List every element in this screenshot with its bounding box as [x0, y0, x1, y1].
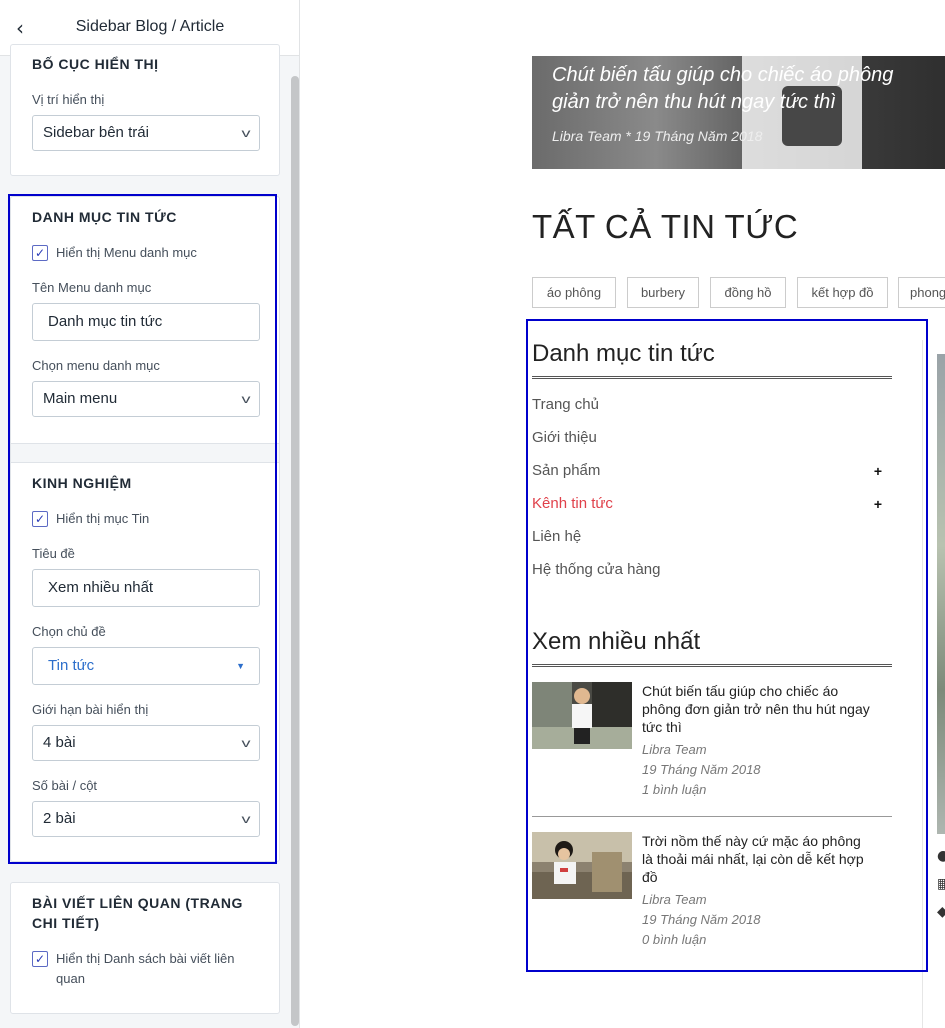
tag-ao-phong[interactable]: áo phông	[532, 277, 616, 308]
position-select-value: Sidebar bên trái	[43, 124, 149, 141]
page-heading: TẤT CẢ TIN TỨC	[532, 208, 799, 245]
position-select[interactable]: Sidebar bên trái v	[32, 115, 260, 151]
position-label: Vị trí hiển thị	[32, 92, 105, 107]
chevron-down-icon: v	[241, 126, 251, 140]
hero-title-line2: giản trở nên thu hút ngay tức thì	[552, 91, 836, 113]
article-image-edge	[937, 354, 945, 834]
tag-ket-hop-do[interactable]: kết hợp đồ	[797, 277, 888, 308]
tag-burbery[interactable]: burbery	[627, 277, 699, 308]
tag-phong[interactable]: phong	[898, 277, 945, 308]
calendar-icon: ▦	[937, 876, 945, 892]
tag-dong-ho[interactable]: đồng hồ	[710, 277, 786, 308]
user-icon: ●	[937, 848, 945, 864]
show-related-label: Hiển thị Danh sách bài viết liên quan	[56, 951, 235, 986]
related-card: BÀI VIẾT LIÊN QUAN (TRANG CHI TIẾT) ✓ Hi…	[10, 882, 280, 1014]
layout-section-heading: BỐ CỤC HIỂN THỊ	[32, 56, 159, 72]
highlight-box-preview	[526, 319, 928, 972]
hero-title[interactable]: Chút biến tấu giúp cho chiếc áo phông gi…	[552, 62, 945, 116]
panel-title: Sidebar Blog / Article	[75, 18, 225, 35]
show-related-checkbox-row[interactable]: ✓ Hiển thị Danh sách bài viết liên quan	[32, 949, 262, 989]
highlight-box-settings	[8, 194, 277, 864]
hero-meta: Libra Team * 19 Tháng Năm 2018	[552, 128, 763, 144]
layout-card: BỐ CỤC HIỂN THỊ Vị trí hiển thị Sidebar …	[10, 44, 280, 176]
hero-title-line1: Chút biến tấu giúp cho chiếc áo phông	[552, 64, 894, 86]
related-section-heading: BÀI VIẾT LIÊN QUAN (TRANG CHI TIẾT)	[32, 895, 243, 931]
scrollbar-thumb[interactable]	[291, 76, 299, 1026]
show-related-checkbox[interactable]: ✓	[32, 951, 48, 967]
hero-banner[interactable]: Chút biến tấu giúp cho chiếc áo phông gi…	[532, 56, 945, 169]
comment-icon: ◆	[937, 904, 945, 920]
